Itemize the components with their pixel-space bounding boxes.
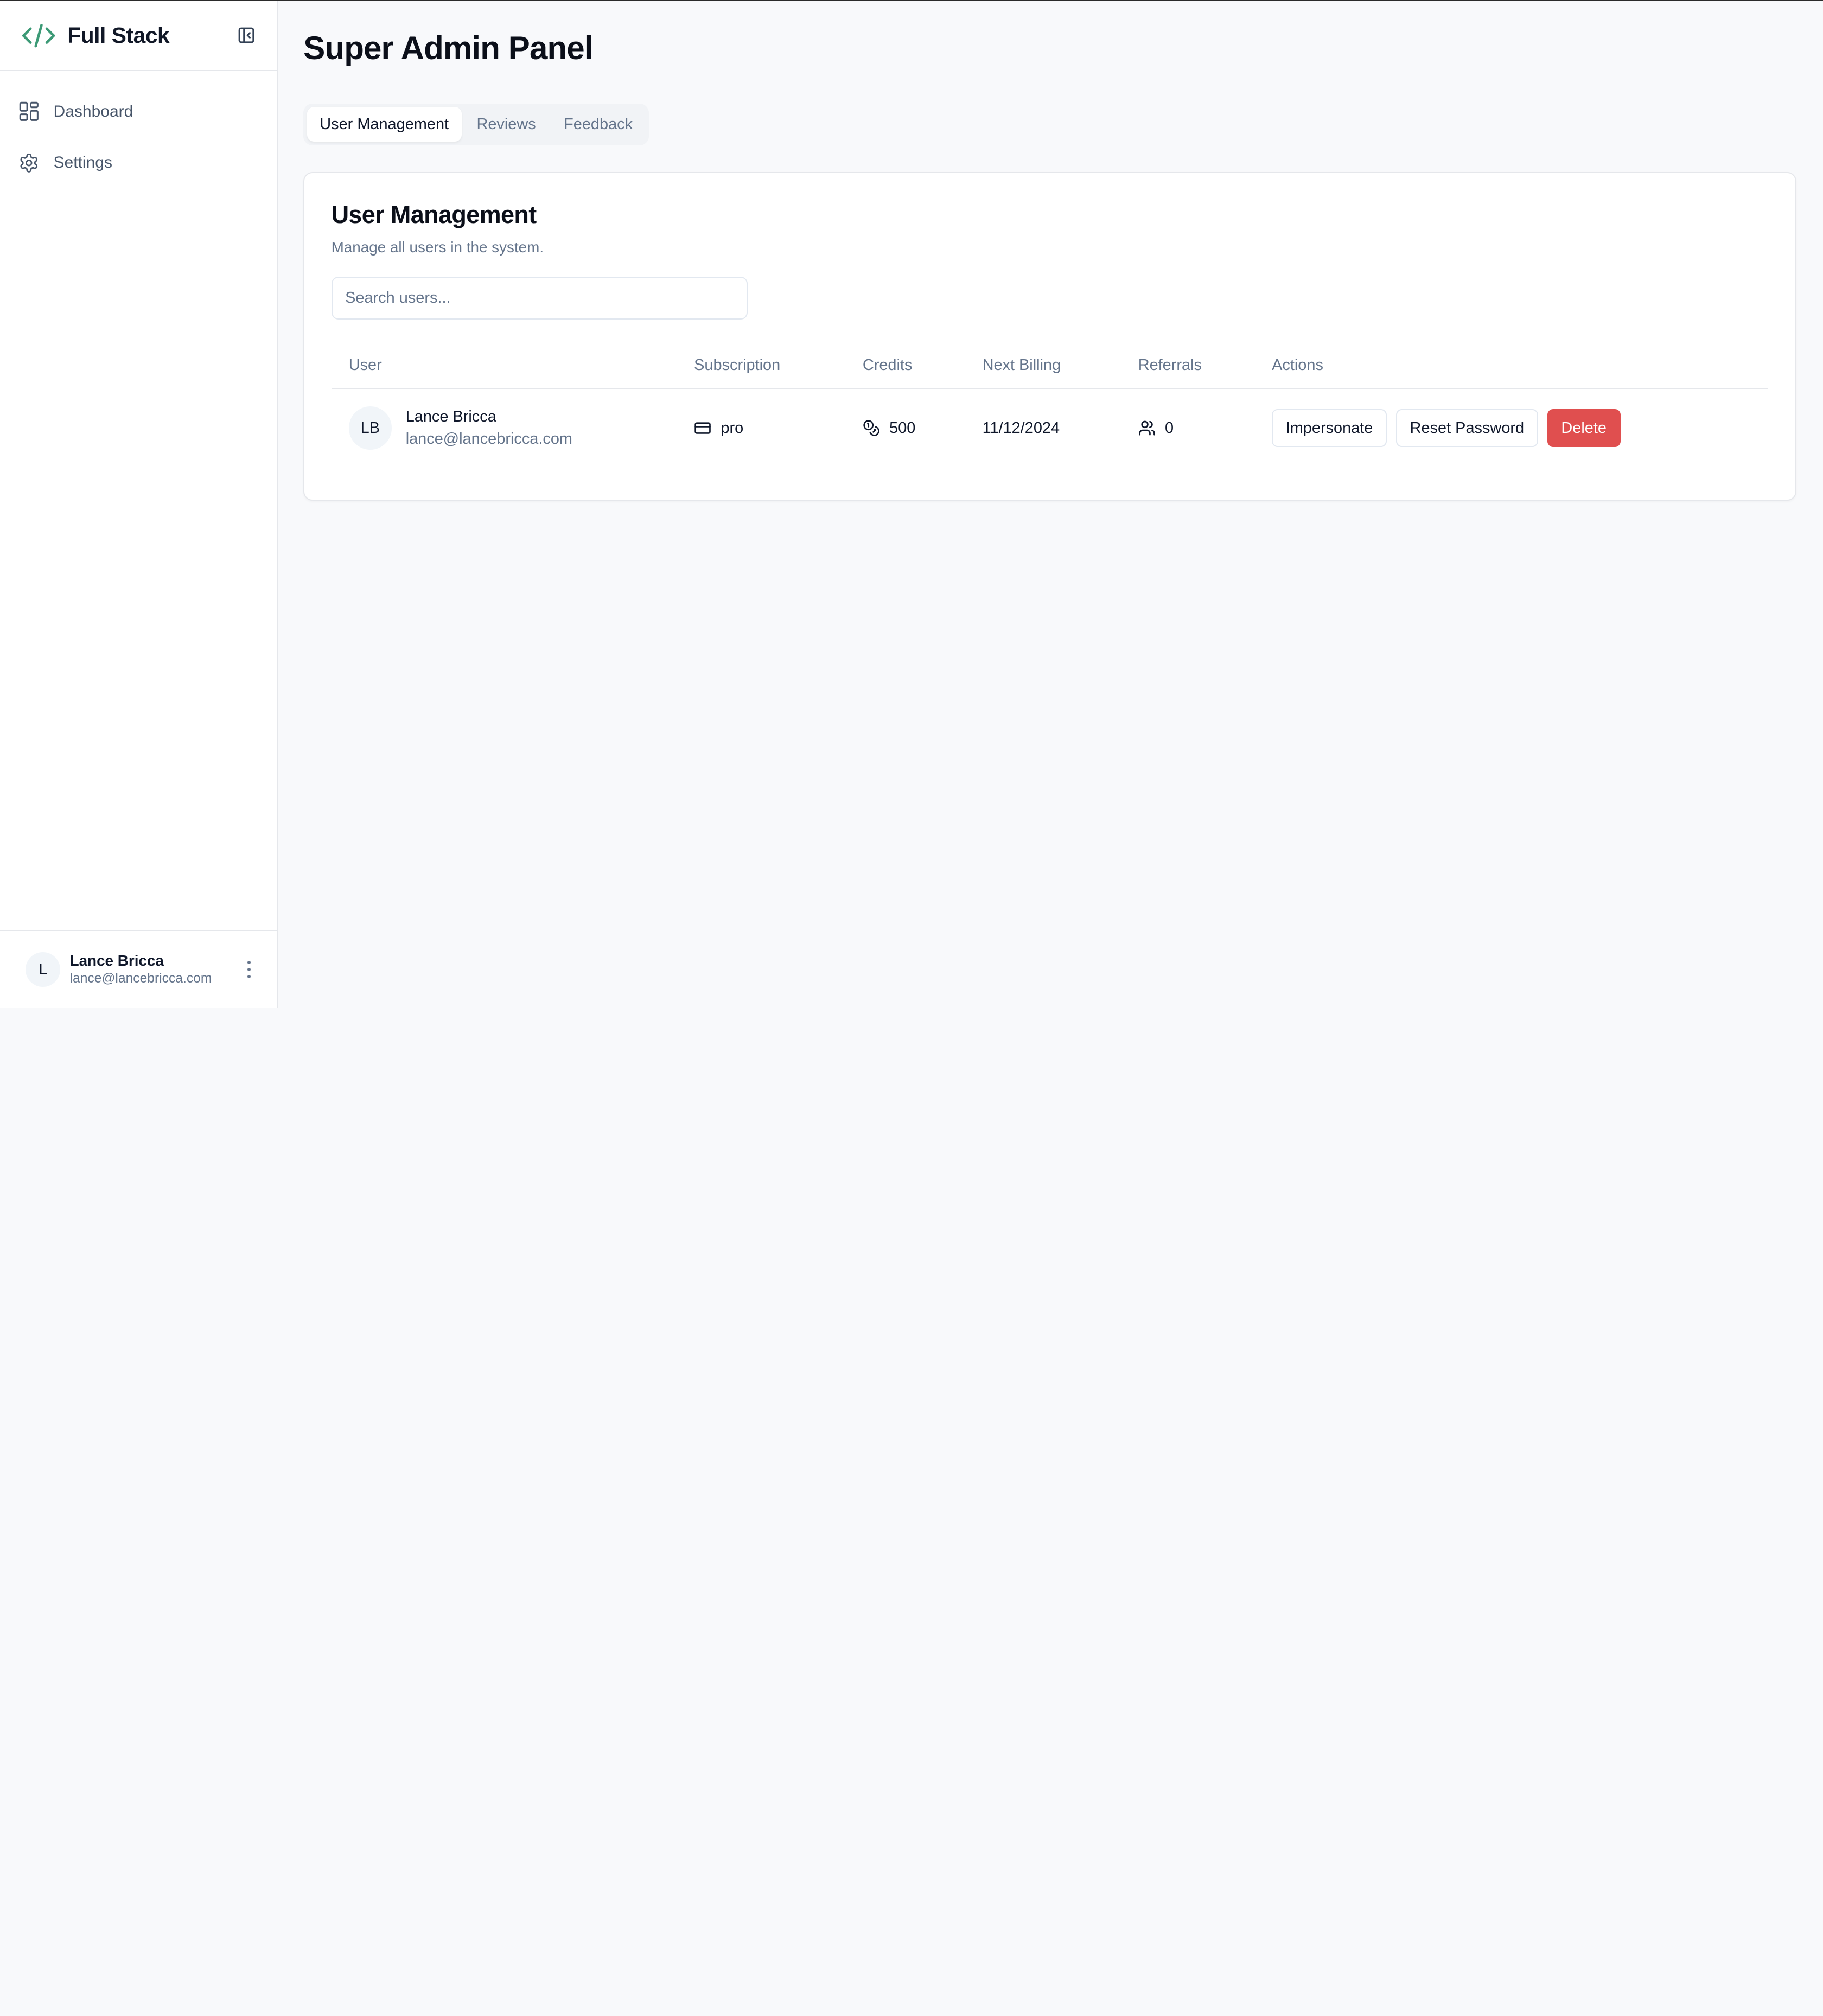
delete-button[interactable]: Delete xyxy=(1547,409,1621,448)
sidebar-item-label: Dashboard xyxy=(53,102,133,120)
tab-user-management[interactable]: User Management xyxy=(307,106,462,142)
brand-name: Full Stack xyxy=(67,22,170,48)
column-header-user: User xyxy=(331,343,677,389)
app-root: Full Stack Dashboard Settings L Lance Br… xyxy=(0,0,1823,1008)
credit-card-icon xyxy=(694,419,711,437)
layout-grid-icon xyxy=(18,101,40,122)
tab-reviews[interactable]: Reviews xyxy=(464,107,549,142)
credits-cell: 500 xyxy=(845,388,965,468)
more-vertical-icon[interactable] xyxy=(240,955,258,983)
user-management-card: User Management Manage all users in the … xyxy=(303,171,1796,501)
sidebar-item-label: Settings xyxy=(53,153,112,171)
credits-value: 500 xyxy=(889,419,916,437)
card-title: User Management xyxy=(331,201,537,229)
panel-left-close-icon xyxy=(238,27,254,43)
actions-cell: Impersonate Reset Password Delete xyxy=(1254,388,1768,468)
card-subtitle: Manage all users in the system. xyxy=(331,238,544,256)
user-email: lance@lancebricca.com xyxy=(405,430,572,448)
tab-feedback[interactable]: Feedback xyxy=(551,107,646,142)
brand-header: Full Stack xyxy=(0,1,277,71)
users-icon xyxy=(1138,419,1156,437)
sidebar-item-settings[interactable]: Settings xyxy=(9,138,267,187)
table-row: LB Lance Bricca lance@lancebricca.com pr… xyxy=(332,388,1769,468)
table-header-row: User Subscription Credits Next Billing R… xyxy=(331,343,1769,389)
sidebar-user-email: lance@lancebricca.com xyxy=(69,971,212,986)
user-info: Lance Bricca lance@lancebricca.com xyxy=(406,406,572,450)
user-cell: LB Lance Bricca lance@lancebricca.com xyxy=(332,388,677,468)
search-input[interactable] xyxy=(331,277,748,320)
coins-icon xyxy=(863,419,880,437)
avatar: L xyxy=(26,952,61,987)
tab-list: User Management Reviews Feedback xyxy=(303,103,649,145)
referrals-value: 0 xyxy=(1164,419,1174,437)
sidebar-item-dashboard[interactable]: Dashboard xyxy=(9,87,267,136)
subscription-cell: pro xyxy=(677,388,845,468)
user-name: Lance Bricca xyxy=(405,408,496,426)
collapse-sidebar-button[interactable] xyxy=(235,24,258,47)
code-icon xyxy=(21,22,56,49)
avatar: LB xyxy=(348,406,392,450)
page-title: Super Admin Panel xyxy=(303,30,593,67)
sidebar-nav: Dashboard Settings xyxy=(0,71,277,203)
gear-icon xyxy=(18,152,40,174)
reset-password-button[interactable]: Reset Password xyxy=(1396,409,1538,448)
column-header-credits: Credits xyxy=(845,343,965,389)
impersonate-button[interactable]: Impersonate xyxy=(1272,409,1387,448)
sidebar-user-info: Lance Bricca lance@lancebricca.com xyxy=(70,952,231,987)
brand-logo-link[interactable]: Full Stack xyxy=(21,22,170,49)
subscription-value: pro xyxy=(721,419,744,437)
users-table: User Subscription Credits Next Billing R… xyxy=(331,343,1769,468)
column-header-actions: Actions xyxy=(1254,343,1769,389)
referrals-cell: 0 xyxy=(1121,388,1254,468)
column-header-subscription: Subscription xyxy=(677,343,845,389)
next-billing-cell: 11/12/2024 xyxy=(982,419,1060,437)
sidebar-user-name: Lance Bricca xyxy=(69,952,164,969)
column-header-referrals: Referrals xyxy=(1120,343,1254,389)
sidebar-user-menu[interactable]: L Lance Bricca lance@lancebricca.com xyxy=(0,930,277,1008)
column-header-next-billing: Next Billing xyxy=(965,343,1121,389)
sidebar: Full Stack Dashboard Settings L Lance Br… xyxy=(0,1,278,1008)
main-content: Super Admin Panel User Management Review… xyxy=(278,1,1823,1008)
